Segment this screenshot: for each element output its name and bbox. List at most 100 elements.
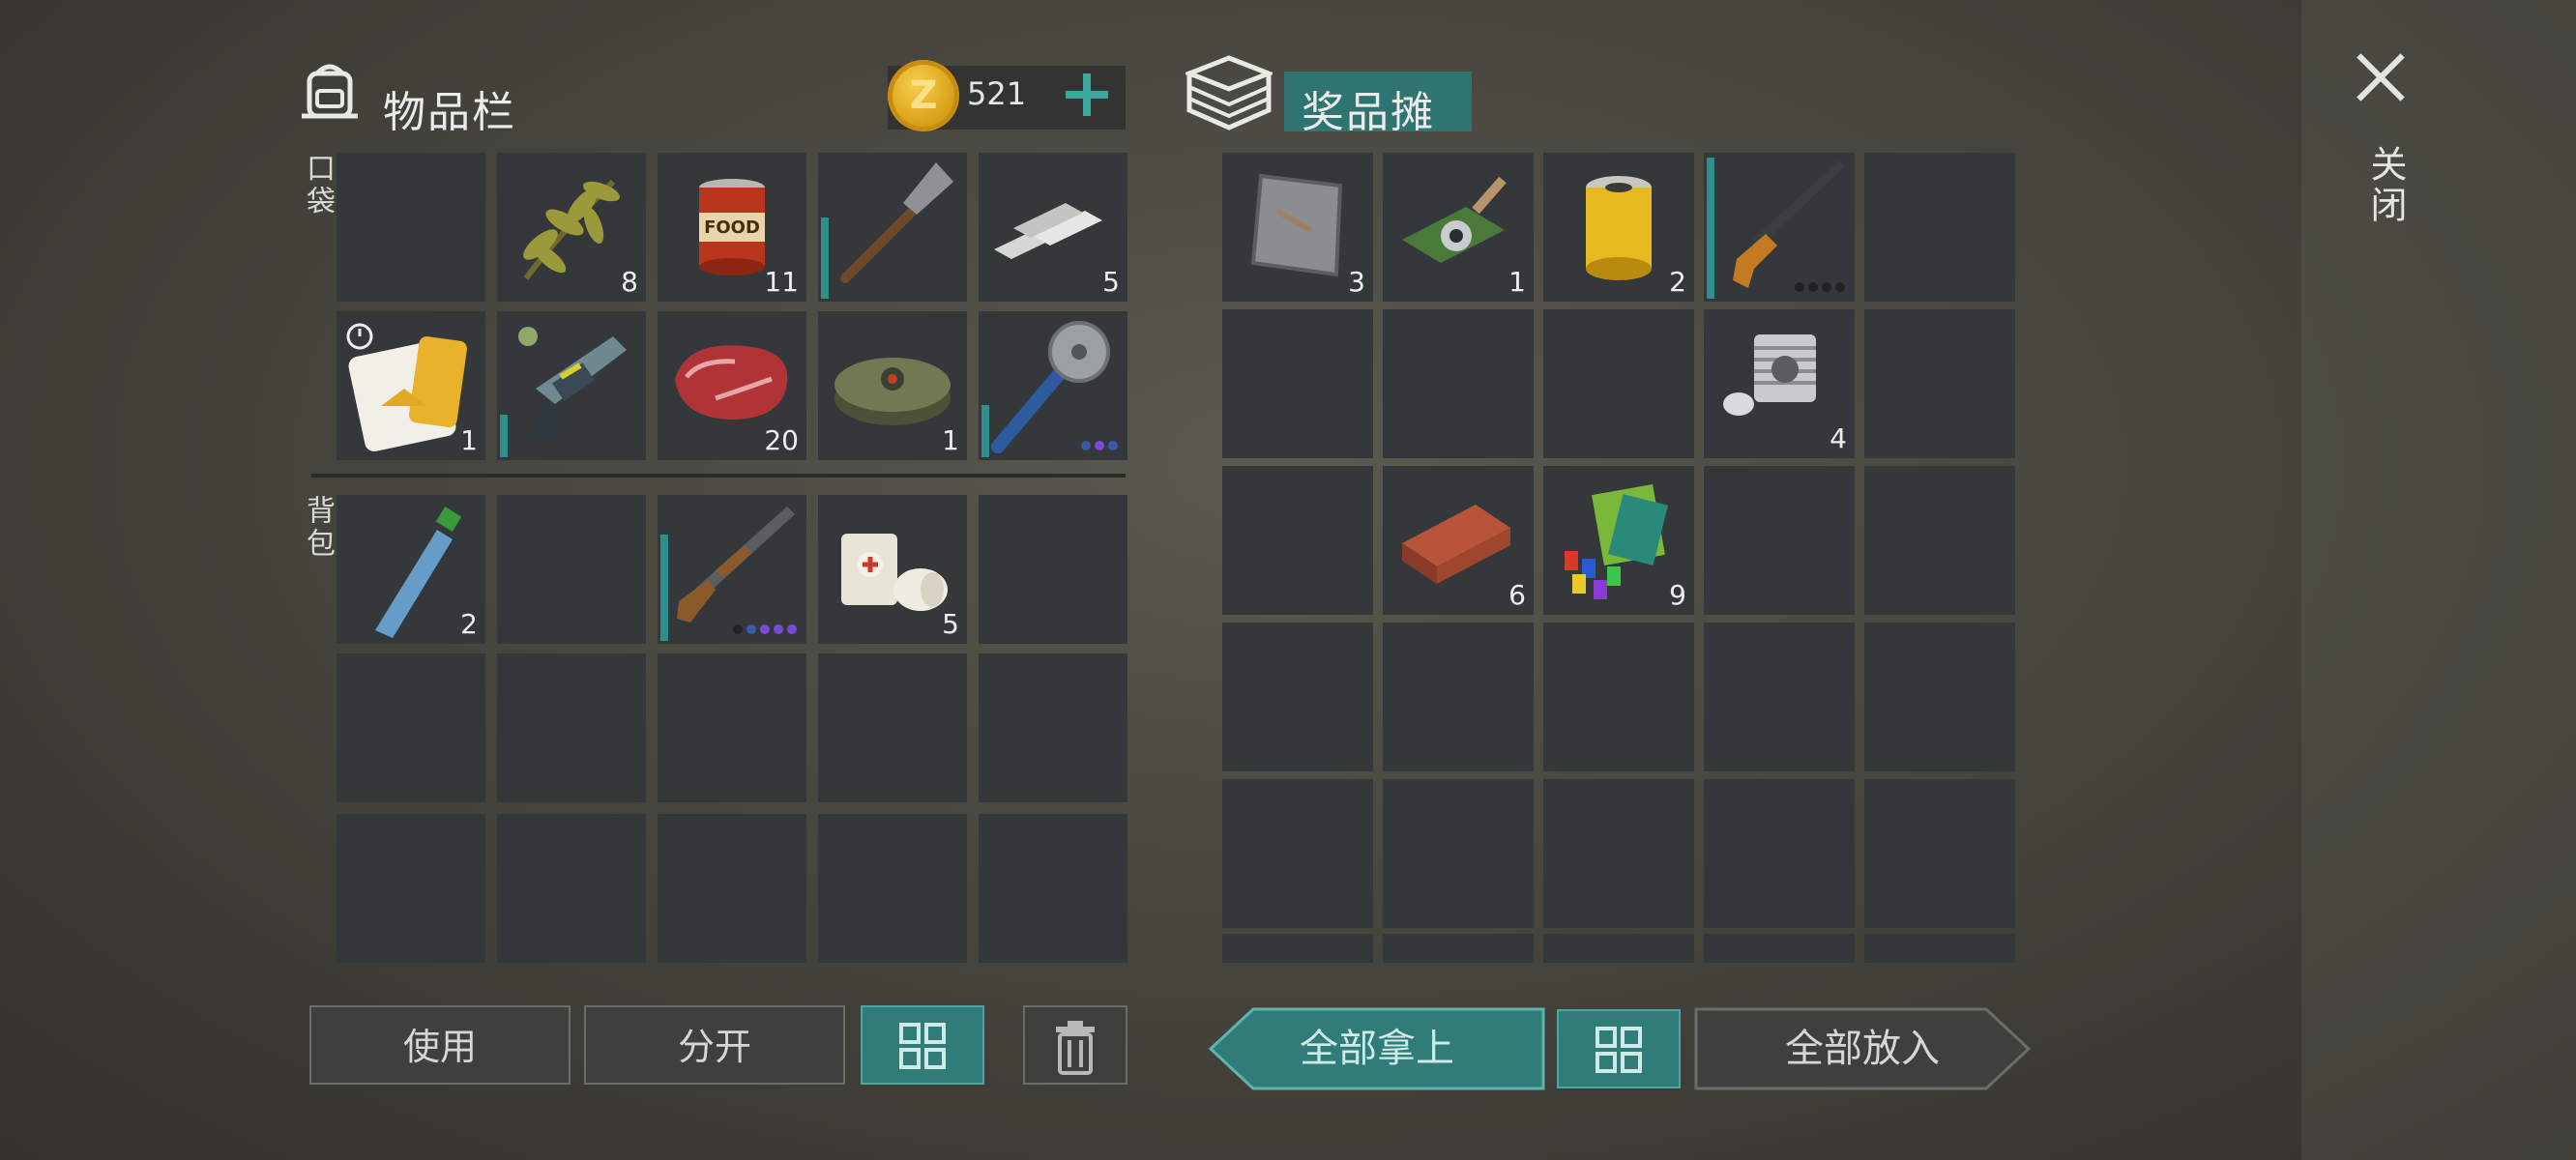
section-divider <box>311 474 1126 478</box>
close-label[interactable]: 关闭 <box>2359 145 2413 226</box>
shovel-icon <box>840 162 953 283</box>
inventory-title: 物品栏 <box>383 88 516 137</box>
stall-slot-20[interactable] <box>1864 623 2015 771</box>
stall-slot-4[interactable] <box>1704 153 1855 302</box>
put-all-label: 全部放入 <box>1785 1027 1940 1071</box>
blaster-gun-icon <box>518 327 627 441</box>
backpack-slot-10[interactable] <box>979 653 1127 802</box>
item-count: 1 <box>460 424 478 456</box>
backpack-slot-14[interactable] <box>818 814 967 963</box>
add-coins-button[interactable] <box>1064 72 1110 118</box>
item-count: 2 <box>460 608 478 640</box>
pocket-slot-8[interactable]: 20 <box>658 311 806 460</box>
backpack-slot-13[interactable] <box>658 814 806 963</box>
backpack-icon <box>302 64 358 119</box>
sort-stall-button[interactable] <box>1557 1009 1681 1088</box>
backpack-slot-3[interactable] <box>658 495 806 644</box>
stall-slot-15[interactable] <box>1864 466 2015 615</box>
split-button[interactable]: 分开 <box>584 1005 845 1085</box>
stall-slot-1[interactable]: 3 <box>1222 153 1373 302</box>
stall-slot-14[interactable] <box>1704 466 1855 615</box>
shotgun-icon <box>677 507 795 623</box>
use-button[interactable]: 使用 <box>309 1005 571 1085</box>
stall-slot-30[interactable] <box>1864 934 2015 963</box>
backpack-slot-6[interactable] <box>337 653 485 802</box>
backpack-slot-1[interactable]: 2 <box>337 495 485 644</box>
stall-slot-25[interactable] <box>1864 779 2015 928</box>
upgrade-dots <box>1081 441 1118 450</box>
stall-slot-21[interactable] <box>1222 779 1373 928</box>
pocket-slot-2[interactable]: 8 <box>497 153 646 302</box>
stall-slot-24[interactable] <box>1704 779 1855 928</box>
take-all-label: 全部拿上 <box>1300 1027 1454 1071</box>
stall-slot-6[interactable] <box>1222 309 1373 458</box>
item-count: 4 <box>1830 422 1847 454</box>
stall-slot-28[interactable] <box>1543 934 1694 963</box>
pocket-label: 口袋 <box>301 153 335 218</box>
stall-slot-10[interactable] <box>1864 309 2015 458</box>
stall-slot-23[interactable] <box>1543 779 1694 928</box>
item-count: 11 <box>764 266 799 298</box>
stall-slot-18[interactable] <box>1543 623 1694 771</box>
item-count: 1 <box>942 424 959 456</box>
stall-slot-7[interactable] <box>1383 309 1534 458</box>
pocket-slot-7[interactable] <box>497 311 646 460</box>
backpack-slot-11[interactable] <box>337 814 485 963</box>
stall-slot-11[interactable] <box>1222 466 1373 615</box>
grid-sort-icon <box>899 1023 946 1069</box>
stall-slot-12[interactable]: 6 <box>1383 466 1534 615</box>
backpack-slot-15[interactable] <box>979 814 1127 963</box>
close-icon[interactable] <box>2356 52 2406 102</box>
item-count: 20 <box>764 424 799 456</box>
item-count: 3 <box>1348 266 1365 298</box>
backpack-slot-9[interactable] <box>818 653 967 802</box>
svg-text:FOOD: FOOD <box>704 218 760 238</box>
upgrade-dots <box>1795 282 1845 292</box>
pocket-slot-3[interactable]: FOOD 11 <box>658 153 806 302</box>
pocket-slot-10[interactable] <box>979 311 1127 460</box>
rifle-icon <box>1733 160 1845 288</box>
trash-button[interactable] <box>1023 1005 1127 1085</box>
backpack-slot-2[interactable] <box>497 495 646 644</box>
backpack-slot-7[interactable] <box>497 653 646 802</box>
stall-slot-3[interactable]: 2 <box>1543 153 1694 302</box>
pocket-slot-1[interactable] <box>337 153 485 302</box>
item-count: 1 <box>1508 266 1526 298</box>
trash-icon <box>1056 1021 1095 1075</box>
stall-title: 奖品摊 <box>1302 88 1435 137</box>
backpack-slot-5[interactable] <box>979 495 1127 644</box>
coin-count: 521 <box>967 75 1027 112</box>
sawblade-club-icon <box>991 321 1110 453</box>
item-count: 8 <box>621 266 638 298</box>
put-all-button[interactable]: 全部放入 <box>1694 1007 2031 1090</box>
stall-slot-8[interactable] <box>1543 309 1694 458</box>
backpack-slot-4[interactable]: 5 <box>818 495 967 644</box>
item-count: 9 <box>1669 579 1686 611</box>
stall-slot-17[interactable] <box>1383 623 1534 771</box>
stall-slot-26[interactable] <box>1222 934 1373 963</box>
pocket-slot-5[interactable]: 5 <box>979 153 1127 302</box>
pocket-slot-9[interactable]: 1 <box>818 311 967 460</box>
item-count: 6 <box>1508 579 1526 611</box>
z-coin-icon: Z <box>888 60 959 131</box>
take-all-button[interactable]: 全部拿上 <box>1209 1007 1545 1090</box>
stall-slot-9[interactable]: 4 <box>1704 309 1855 458</box>
stall-slot-2[interactable]: 1 <box>1383 153 1534 302</box>
backpack-slot-8[interactable] <box>658 653 806 802</box>
upgrade-dots <box>733 624 797 634</box>
stall-slot-29[interactable] <box>1704 934 1855 963</box>
sort-inventory-button[interactable] <box>861 1005 984 1085</box>
item-count: 2 <box>1669 266 1686 298</box>
backpack-label: 背包 <box>301 495 335 561</box>
stall-slot-13[interactable]: 9 <box>1543 466 1694 615</box>
pocket-slot-6[interactable]: 1 <box>337 311 485 460</box>
item-count: 5 <box>1102 266 1120 298</box>
backpack-slot-12[interactable] <box>497 814 646 963</box>
stall-slot-27[interactable] <box>1383 934 1534 963</box>
crate-stack-icon <box>1186 55 1273 130</box>
stall-slot-19[interactable] <box>1704 623 1855 771</box>
stall-slot-5[interactable] <box>1864 153 2015 302</box>
stall-slot-22[interactable] <box>1383 779 1534 928</box>
pocket-slot-4[interactable] <box>818 153 967 302</box>
stall-slot-16[interactable] <box>1222 623 1373 771</box>
